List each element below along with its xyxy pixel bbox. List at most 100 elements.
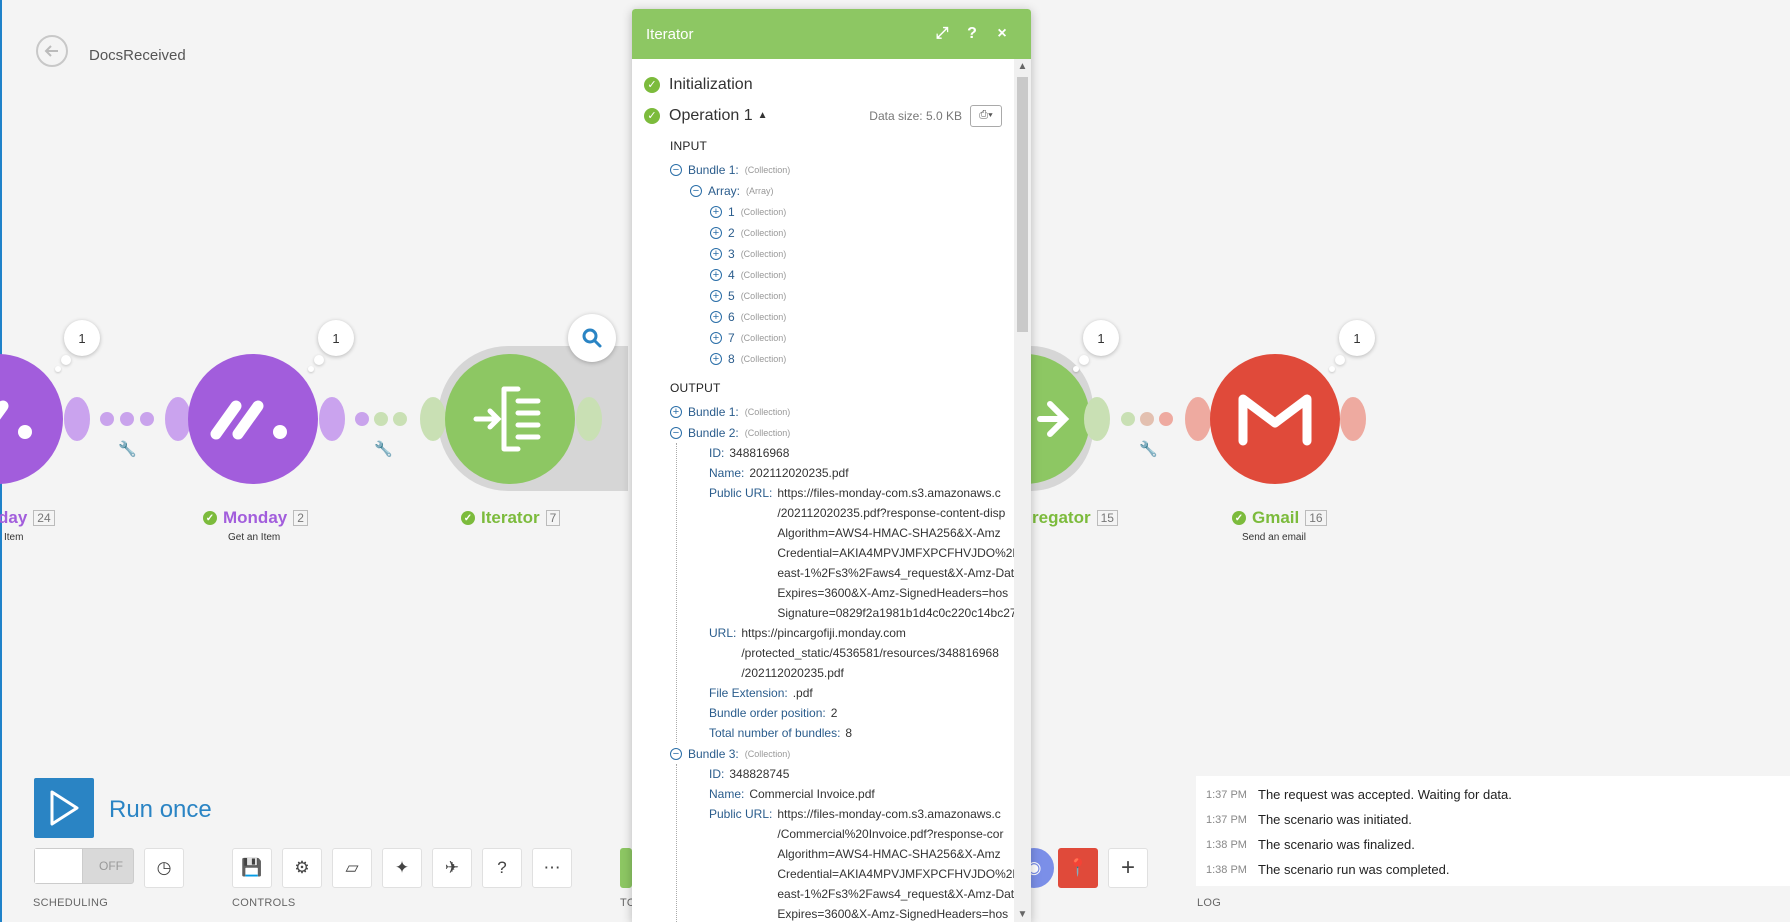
- log-time: 1:37 PM: [1206, 788, 1247, 801]
- play-icon: [50, 790, 79, 826]
- module-connector-ear: [64, 397, 90, 441]
- download-icon: ⎙▾: [979, 109, 993, 121]
- run-once-button[interactable]: [34, 778, 94, 838]
- expand-plus-icon: +: [710, 352, 722, 365]
- collapse-icon: −: [670, 426, 682, 439]
- wrench-icon[interactable]: 🔧: [118, 440, 137, 458]
- save-button[interactable]: 💾: [232, 848, 272, 888]
- panel-title: Iterator: [646, 25, 694, 43]
- download-button[interactable]: ⎙▾: [970, 104, 1002, 127]
- search-icon[interactable]: [568, 314, 616, 362]
- badge-tail: [55, 366, 61, 372]
- log-text: The scenario run was completed.: [1258, 862, 1450, 877]
- module-name: Iterator: [481, 508, 540, 527]
- field-file-extension: File Extension: .pdf: [709, 686, 813, 700]
- magic-wand-icon: ✦: [394, 858, 410, 877]
- link-dot: [100, 412, 114, 426]
- field-bundle-position: Bundle order position: 2: [709, 706, 838, 720]
- module-connector-ear: [319, 397, 345, 441]
- close-icon[interactable]: ×: [987, 25, 1017, 43]
- schedule-clock-button[interactable]: ◷: [144, 848, 184, 888]
- expand-plus-icon: +: [710, 310, 722, 323]
- module-number: 16: [1305, 510, 1327, 526]
- iterator-icon[interactable]: [445, 354, 575, 484]
- check-icon: ✓: [1232, 511, 1246, 525]
- run-once-label[interactable]: Run once: [109, 796, 212, 824]
- expand-plus-icon: +: [710, 205, 722, 218]
- help-icon[interactable]: ?: [957, 25, 987, 43]
- explain-flow-button[interactable]: ✈: [432, 848, 472, 888]
- map-pin-icon: 📍: [1067, 858, 1089, 877]
- link-dot: [1159, 412, 1173, 426]
- array-item[interactable]: +5 (Collection): [710, 285, 1002, 306]
- note-icon: ▱: [345, 858, 359, 877]
- log-time: 1:37 PM: [1206, 813, 1247, 826]
- field-id: ID: 348828745: [709, 767, 790, 781]
- module-label: regator 15: [1032, 508, 1118, 528]
- array-item[interactable]: +2 (Collection): [710, 222, 1002, 243]
- wrench-icon[interactable]: 🔧: [1139, 440, 1158, 458]
- operation-row[interactable]: ✓ Operation 1 ▲ Data size: 5.0 KB ⎙▾: [644, 100, 1002, 131]
- clock-icon: ◷: [156, 858, 172, 877]
- collapse-icon: −: [690, 184, 702, 197]
- input-array[interactable]: − Array: (Array): [690, 180, 1002, 201]
- badge-tail: [314, 355, 324, 365]
- operation-count-badge[interactable]: 1: [64, 320, 100, 356]
- array-item[interactable]: +6 (Collection): [710, 306, 1002, 327]
- array-item[interactable]: +4 (Collection): [710, 264, 1002, 285]
- badge-tail: [1335, 355, 1345, 365]
- scenario-name: DocsReceived: [89, 47, 186, 64]
- module-subtitle: Get an Item: [228, 532, 281, 543]
- wrench-icon[interactable]: 🔧: [374, 440, 393, 458]
- array-item[interactable]: +8 (Collection): [710, 348, 1002, 369]
- field-public-url: Public URL: https://files-monday-com.s3.…: [709, 486, 1014, 620]
- operation-count-badge[interactable]: 1: [318, 320, 354, 356]
- more-button[interactable]: ⋯: [532, 848, 572, 888]
- link-dot: [140, 412, 154, 426]
- log-caption: LOG: [1197, 897, 1222, 909]
- more-icon: ⋯: [543, 858, 561, 877]
- monday-logo-icon[interactable]: [0, 354, 63, 484]
- expand-icon[interactable]: ⤢: [927, 25, 957, 43]
- log-text: The scenario was initiated.: [1258, 812, 1412, 827]
- tools-button[interactable]: [620, 848, 632, 888]
- settings-button[interactable]: ⚙: [282, 848, 322, 888]
- gmail-logo-icon[interactable]: [1210, 354, 1340, 484]
- collapse-icon: −: [670, 163, 682, 176]
- check-icon: ✓: [461, 511, 475, 525]
- operation-count-badge[interactable]: 1: [1083, 320, 1119, 356]
- array-item[interactable]: +1 (Collection): [710, 201, 1002, 222]
- log-entry: 1:37 PM The scenario was initiated.: [1196, 807, 1790, 832]
- scheduling-caption: SCHEDULING: [33, 897, 109, 909]
- output-bundle-1[interactable]: + Bundle 1: (Collection): [670, 401, 1002, 422]
- operation-label: Operation 1: [669, 106, 753, 124]
- array-item[interactable]: +7 (Collection): [710, 327, 1002, 348]
- expand-plus-icon: +: [710, 331, 722, 344]
- operation-count-badge[interactable]: 1: [1339, 320, 1375, 356]
- monday-logo-icon[interactable]: [188, 354, 318, 484]
- iterator-output-panel: Iterator ⤢ ? × ✓ Initialization ✓ Operat…: [632, 9, 1031, 922]
- add-favorite-button[interactable]: +: [1108, 848, 1148, 888]
- scroll-up-icon[interactable]: ▲: [1014, 61, 1031, 72]
- output-bundle-2[interactable]: − Bundle 2: (Collection): [670, 422, 1002, 443]
- scroll-down-icon[interactable]: ▼: [1014, 909, 1031, 920]
- maps-app-button[interactable]: 📍: [1058, 848, 1098, 888]
- scheduling-toggle[interactable]: OFF: [34, 848, 134, 884]
- check-icon: ✓: [203, 511, 217, 525]
- initialization-row[interactable]: ✓ Initialization: [644, 69, 1002, 100]
- caret-up-icon: ▲: [757, 110, 768, 121]
- back-button[interactable]: [36, 35, 68, 67]
- badge-tail: [1079, 355, 1089, 365]
- auto-align-button[interactable]: ✦: [382, 848, 422, 888]
- input-bundle-1[interactable]: − Bundle 1: (Collection): [670, 159, 1002, 180]
- scroll-thumb[interactable]: [1017, 77, 1028, 332]
- check-icon: ✓: [644, 76, 660, 93]
- array-item[interactable]: +3 (Collection): [710, 243, 1002, 264]
- notes-button[interactable]: ▱: [332, 848, 372, 888]
- help-button[interactable]: ?: [482, 848, 522, 888]
- save-icon: 💾: [241, 858, 263, 877]
- output-bundle-3[interactable]: − Bundle 3: (Collection): [670, 743, 1002, 764]
- panel-scrollbar[interactable]: ▲ ▼: [1014, 59, 1031, 922]
- field-name: Name: 202112020235.pdf: [709, 466, 849, 480]
- module-connector-ear: [1185, 397, 1211, 441]
